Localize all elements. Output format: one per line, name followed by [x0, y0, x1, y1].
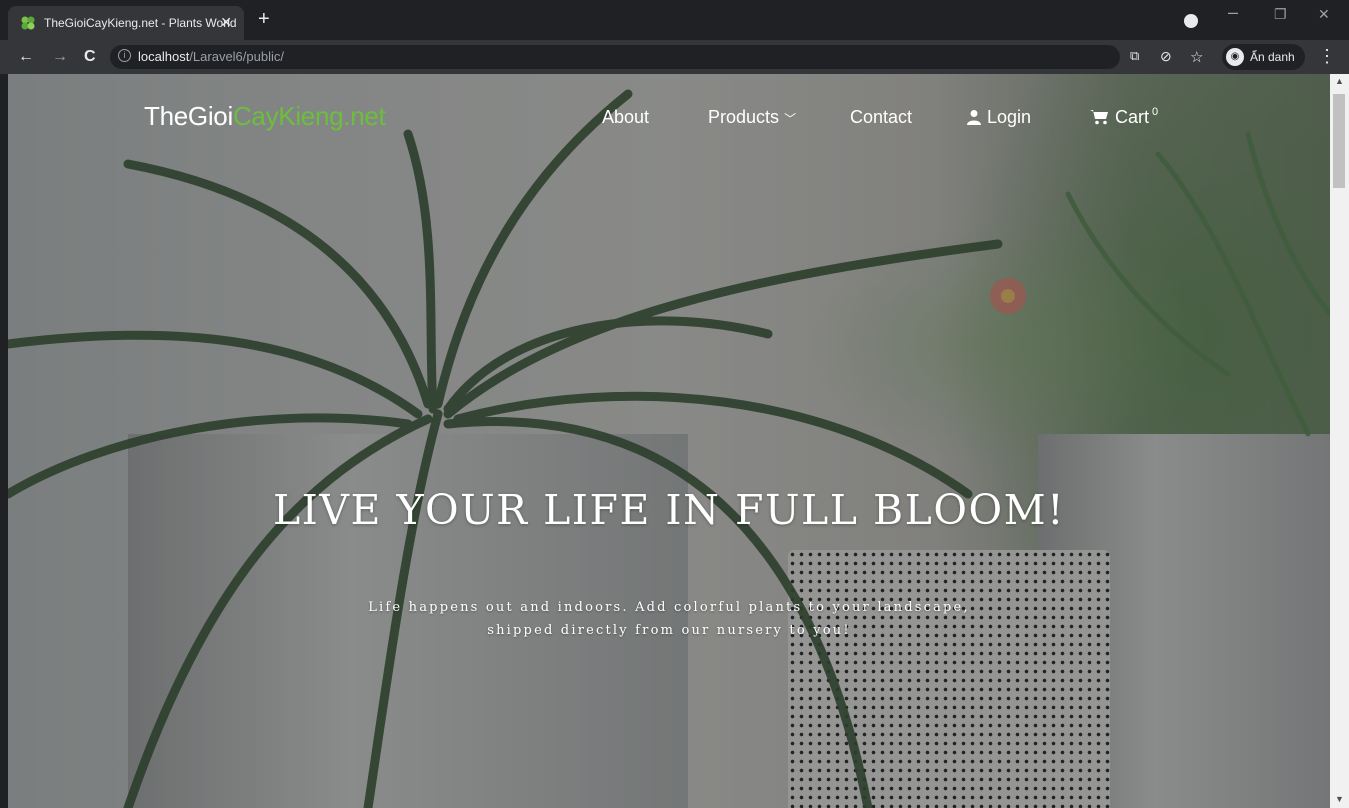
chevron-down-icon: ﹀: [784, 112, 797, 126]
scroll-up-icon[interactable]: ▲: [1335, 76, 1344, 86]
nav-about[interactable]: About: [602, 107, 649, 128]
nav-login[interactable]: Login: [966, 107, 1031, 128]
star-icon[interactable]: ☆: [1190, 48, 1203, 66]
info-icon[interactable]: i: [118, 49, 131, 62]
tab-close-icon[interactable]: ✕: [220, 14, 232, 31]
address-bar[interactable]: i localhost/Laravel6/public/: [110, 45, 1120, 69]
hero-subtitle: Life happens out and indoors. Add colorf…: [8, 596, 1330, 642]
new-tab-button[interactable]: +: [258, 8, 270, 31]
hero-dark-overlay: [8, 74, 1330, 808]
incognito-label: Ẩn danh: [1250, 50, 1295, 64]
url-text[interactable]: localhost/Laravel6/public/: [138, 49, 284, 64]
scroll-down-icon[interactable]: ▼: [1335, 794, 1344, 804]
nav-cart[interactable]: Cart: [1090, 107, 1149, 128]
nav-contact[interactable]: Contact: [850, 107, 912, 128]
browser-tab[interactable]: TheGioiCayKieng.net - Plants World ✕: [8, 6, 244, 40]
scroll-thumb[interactable]: [1333, 94, 1345, 188]
cart-icon: [1090, 110, 1108, 125]
eye-off-icon[interactable]: ⊘: [1160, 48, 1172, 65]
hero-title: LIVE YOUR LIFE IN FULL BLOOM!: [272, 486, 1066, 534]
incognito-icon: ◉: [1226, 48, 1244, 66]
hero-section: TheGioiCayKieng.net About Products ﹀ Con…: [8, 74, 1330, 808]
site-logo[interactable]: TheGioiCayKieng.net: [144, 101, 386, 132]
restore-icon[interactable]: ❐: [1274, 6, 1287, 23]
nav-products[interactable]: Products ﹀: [708, 107, 796, 128]
incognito-indicator[interactable]: ◉ Ẩn danh: [1222, 44, 1305, 70]
translate-icon[interactable]: ⧉: [1130, 48, 1139, 64]
user-icon: [967, 110, 981, 125]
browser-tab-strip: TheGioiCayKieng.net - Plants World ✕ + –…: [0, 0, 1349, 40]
page-scrollbar[interactable]: ▲ ▼: [1330, 74, 1349, 808]
arrow-left-icon[interactable]: ←: [18, 48, 34, 66]
hero-subtitle-line-2: shipped directly from our nursery to you…: [487, 623, 851, 638]
reload-icon[interactable]: C: [84, 48, 96, 66]
profile-menu-icon[interactable]: [1184, 14, 1198, 28]
arrow-right-icon[interactable]: →: [52, 48, 68, 66]
minimize-icon[interactable]: –: [1228, 2, 1238, 23]
tab-title: TheGioiCayKieng.net - Plants World: [44, 16, 237, 30]
clover-icon: [21, 16, 35, 30]
cart-count-badge: 0: [1152, 106, 1159, 118]
kebab-menu-icon[interactable]: ⋮: [1318, 46, 1336, 67]
hero-subtitle-line-1: Life happens out and indoors. Add colorf…: [368, 600, 970, 615]
window-close-icon[interactable]: ✕: [1318, 6, 1330, 23]
